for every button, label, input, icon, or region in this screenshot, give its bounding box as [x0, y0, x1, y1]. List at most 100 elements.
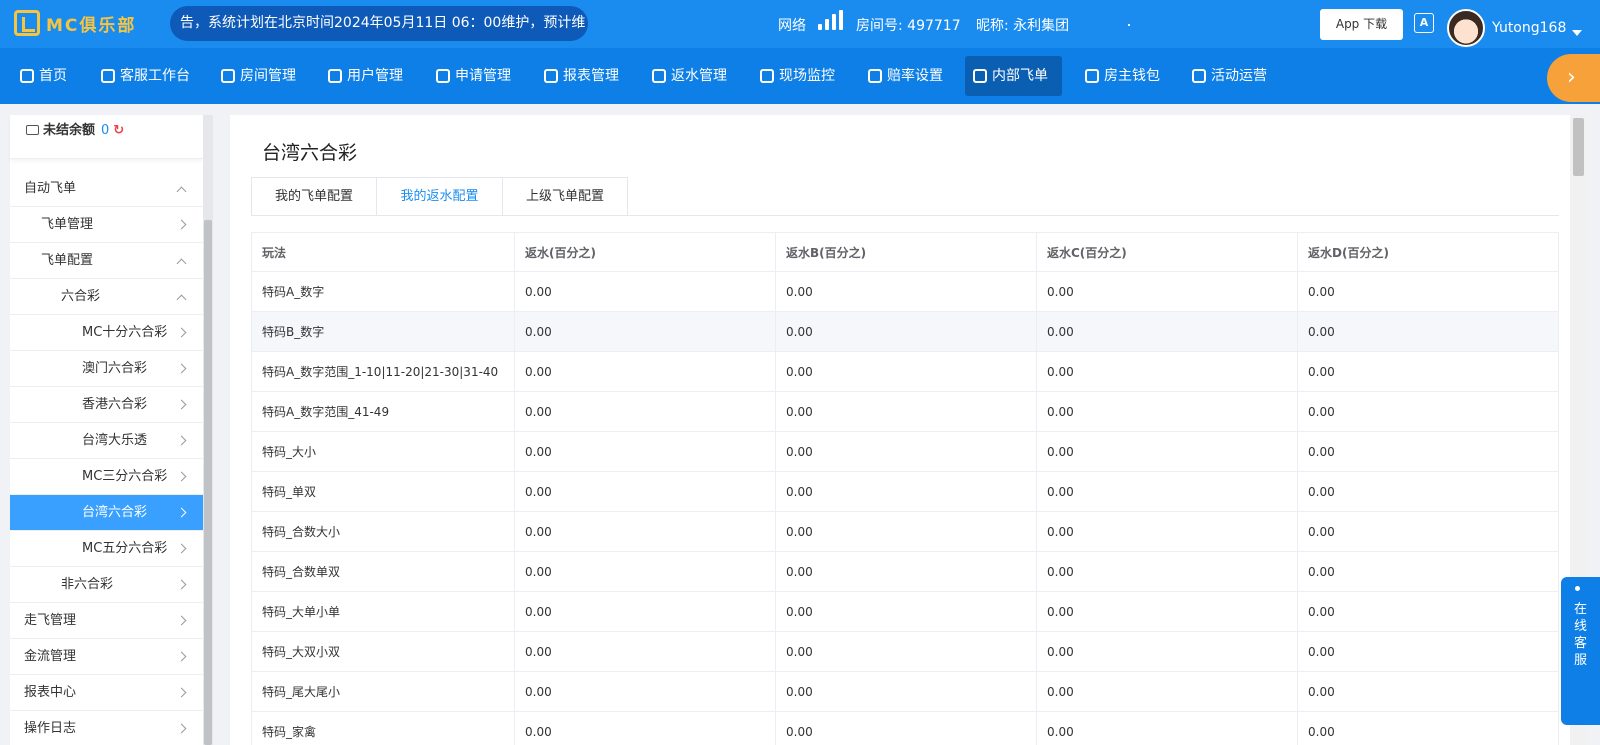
column-header: 返水C(百分之): [1037, 233, 1298, 271]
table-cell: 特码_家禽: [251, 712, 515, 745]
bar-chart-icon: [544, 69, 558, 83]
table-cell: 0.00: [1037, 632, 1298, 671]
sidebar-item-mc-10min[interactable]: MC十分六合彩: [10, 315, 203, 351]
table-cell: 0.00: [515, 552, 776, 591]
table-row: 特码_单双 0.00 0.00 0.00 0.00: [251, 472, 1559, 512]
rebate-table: 玩法 返水(百分之) 返水B(百分之) 返水C(百分之) 返水D(百分之) 特码…: [251, 232, 1559, 745]
chevron-right-icon: ›: [1567, 65, 1576, 90]
headset-icon: [101, 69, 115, 83]
nav-odds-settings[interactable]: 赔率设置: [860, 56, 951, 96]
table-cell: 0.00: [515, 352, 776, 391]
status-dot: [1575, 586, 1580, 591]
table-cell: 0.00: [1298, 632, 1559, 671]
table-cell: 0.00: [1037, 472, 1298, 511]
chevron-right-icon: [176, 723, 187, 734]
table-cell: 0.00: [776, 352, 1037, 391]
signal-icon: [818, 10, 844, 30]
table-cell: 特码A_数字范围_1-10|11-20|21-30|31-40: [251, 352, 515, 391]
nav-application-management[interactable]: 申请管理: [428, 56, 519, 96]
table-cell: 0.00: [1298, 672, 1559, 711]
chevron-up-icon: [176, 294, 187, 305]
sidebar-item-hongkong[interactable]: 香港六合彩: [10, 387, 203, 423]
nav-live-monitor[interactable]: 现场监控: [752, 56, 843, 96]
table-cell: 0.00: [776, 552, 1037, 591]
nav-more-button[interactable]: ›: [1547, 54, 1600, 102]
table-cell: 0.00: [1037, 272, 1298, 311]
sidebar-item-report-center[interactable]: 报表中心: [10, 675, 203, 711]
tab-my-fly-config[interactable]: 我的飞单配置: [251, 177, 377, 216]
sidebar-item-macau[interactable]: 澳门六合彩: [10, 351, 203, 387]
room-number: 房间号: 497717: [856, 18, 961, 34]
table-cell: 0.00: [776, 472, 1037, 511]
nav-owner-wallet[interactable]: 房主钱包: [1077, 56, 1168, 96]
sidebar-item-mark-six[interactable]: 六合彩: [10, 279, 203, 315]
tab-my-rebate-config[interactable]: 我的返水配置: [376, 177, 503, 216]
table-cell: 0.00: [776, 312, 1037, 351]
table-cell: 0.00: [776, 272, 1037, 311]
tag-icon: [652, 69, 666, 83]
sidebar-item-auto-fly[interactable]: 自动飞单: [10, 171, 203, 207]
table-cell: 0.00: [1298, 592, 1559, 631]
sidebar-item-non-mark-six[interactable]: 非六合彩: [10, 567, 203, 603]
app-download-button[interactable]: App 下载: [1320, 9, 1403, 40]
table-cell: 0.00: [1037, 432, 1298, 471]
chevron-right-icon: [176, 435, 187, 446]
table-row: 特码_大小 0.00 0.00 0.00 0.00: [251, 432, 1559, 472]
card-icon: [26, 125, 39, 135]
avatar[interactable]: [1447, 9, 1485, 47]
table-cell: 0.00: [515, 432, 776, 471]
table-cell: 0.00: [776, 672, 1037, 711]
nav-user-management[interactable]: 用户管理: [320, 56, 411, 96]
logo[interactable]: MC俱乐部: [14, 10, 136, 36]
sidebar-item-mc-3min[interactable]: MC三分六合彩: [10, 459, 203, 495]
table-cell: 0.00: [776, 632, 1037, 671]
table-cell: 0.00: [1298, 472, 1559, 511]
table-cell: 0.00: [1298, 392, 1559, 431]
table-row: 特码_大单小单 0.00 0.00 0.00 0.00: [251, 592, 1559, 632]
column-header: 玩法: [251, 233, 515, 271]
table-cell: 特码B_数字: [251, 312, 515, 351]
table-header: 玩法 返水(百分之) 返水B(百分之) 返水C(百分之) 返水D(百分之): [251, 232, 1559, 272]
chevron-right-icon: [176, 471, 187, 482]
table-cell: 0.00: [515, 272, 776, 311]
network-label: 网络: [778, 18, 806, 34]
table-row: 特码_合数大小 0.00 0.00 0.00 0.00: [251, 512, 1559, 552]
table-cell: 0.00: [1298, 712, 1559, 745]
table-cell: 0.00: [776, 392, 1037, 431]
nav-support-desk[interactable]: 客服工作台: [93, 56, 198, 96]
table-row: 特码_合数单双 0.00 0.00 0.00 0.00: [251, 552, 1559, 592]
sidebar-item-taiwan-mark-six[interactable]: 台湾六合彩: [10, 495, 203, 531]
table-cell: 特码_单双: [251, 472, 515, 511]
table-cell: 0.00: [515, 632, 776, 671]
top-bar: MC俱乐部 告，系统计划在北京时间2024年05月11日 06：00维护，预计维…: [0, 0, 1600, 48]
sidebar-item-fly-management[interactable]: 飞单管理: [10, 207, 203, 243]
tab-parent-fly-config[interactable]: 上级飞单配置: [502, 177, 628, 216]
nav-activity-ops[interactable]: 活动运营: [1184, 56, 1275, 96]
table-cell: 0.00: [1037, 312, 1298, 351]
sidebar-item-taiwan-lotto[interactable]: 台湾大乐透: [10, 423, 203, 459]
main-scroll-thumb[interactable]: [1573, 118, 1584, 176]
username[interactable]: Yutong168: [1492, 20, 1566, 36]
refresh-icon[interactable]: ↻: [113, 123, 124, 138]
column-header: 返水(百分之): [515, 233, 776, 271]
nav-home[interactable]: 首页: [12, 56, 75, 96]
chevron-up-icon: [176, 258, 187, 269]
table-cell: 0.00: [1298, 552, 1559, 591]
sidebar-item-walk-fly[interactable]: 走飞管理: [10, 603, 203, 639]
table-row: 特码_尾大尾小 0.00 0.00 0.00 0.00: [251, 672, 1559, 712]
nav-report-management[interactable]: 报表管理: [536, 56, 627, 96]
sidebar-scroll-thumb[interactable]: [204, 220, 212, 745]
sidebar-item-cash-flow[interactable]: 金流管理: [10, 639, 203, 675]
chevron-down-icon[interactable]: [1572, 30, 1582, 36]
sidebar-item-mc-5min[interactable]: MC五分六合彩: [10, 531, 203, 567]
unsettled-balance: 未结余额 0 ↻: [10, 115, 203, 159]
sidebar-item-operation-log[interactable]: 操作日志: [10, 711, 203, 745]
table-cell: 0.00: [515, 512, 776, 551]
nav-rebate-management[interactable]: 返水管理: [644, 56, 735, 96]
translate-icon[interactable]: A: [1414, 13, 1434, 33]
sidebar-item-fly-config[interactable]: 飞单配置: [10, 243, 203, 279]
nav-internal-fly-order[interactable]: 内部飞单: [965, 56, 1062, 96]
nav-room-management[interactable]: 房间管理: [213, 56, 304, 96]
chevron-right-icon: [176, 363, 187, 374]
online-service-button[interactable]: 在线客服: [1561, 577, 1600, 725]
